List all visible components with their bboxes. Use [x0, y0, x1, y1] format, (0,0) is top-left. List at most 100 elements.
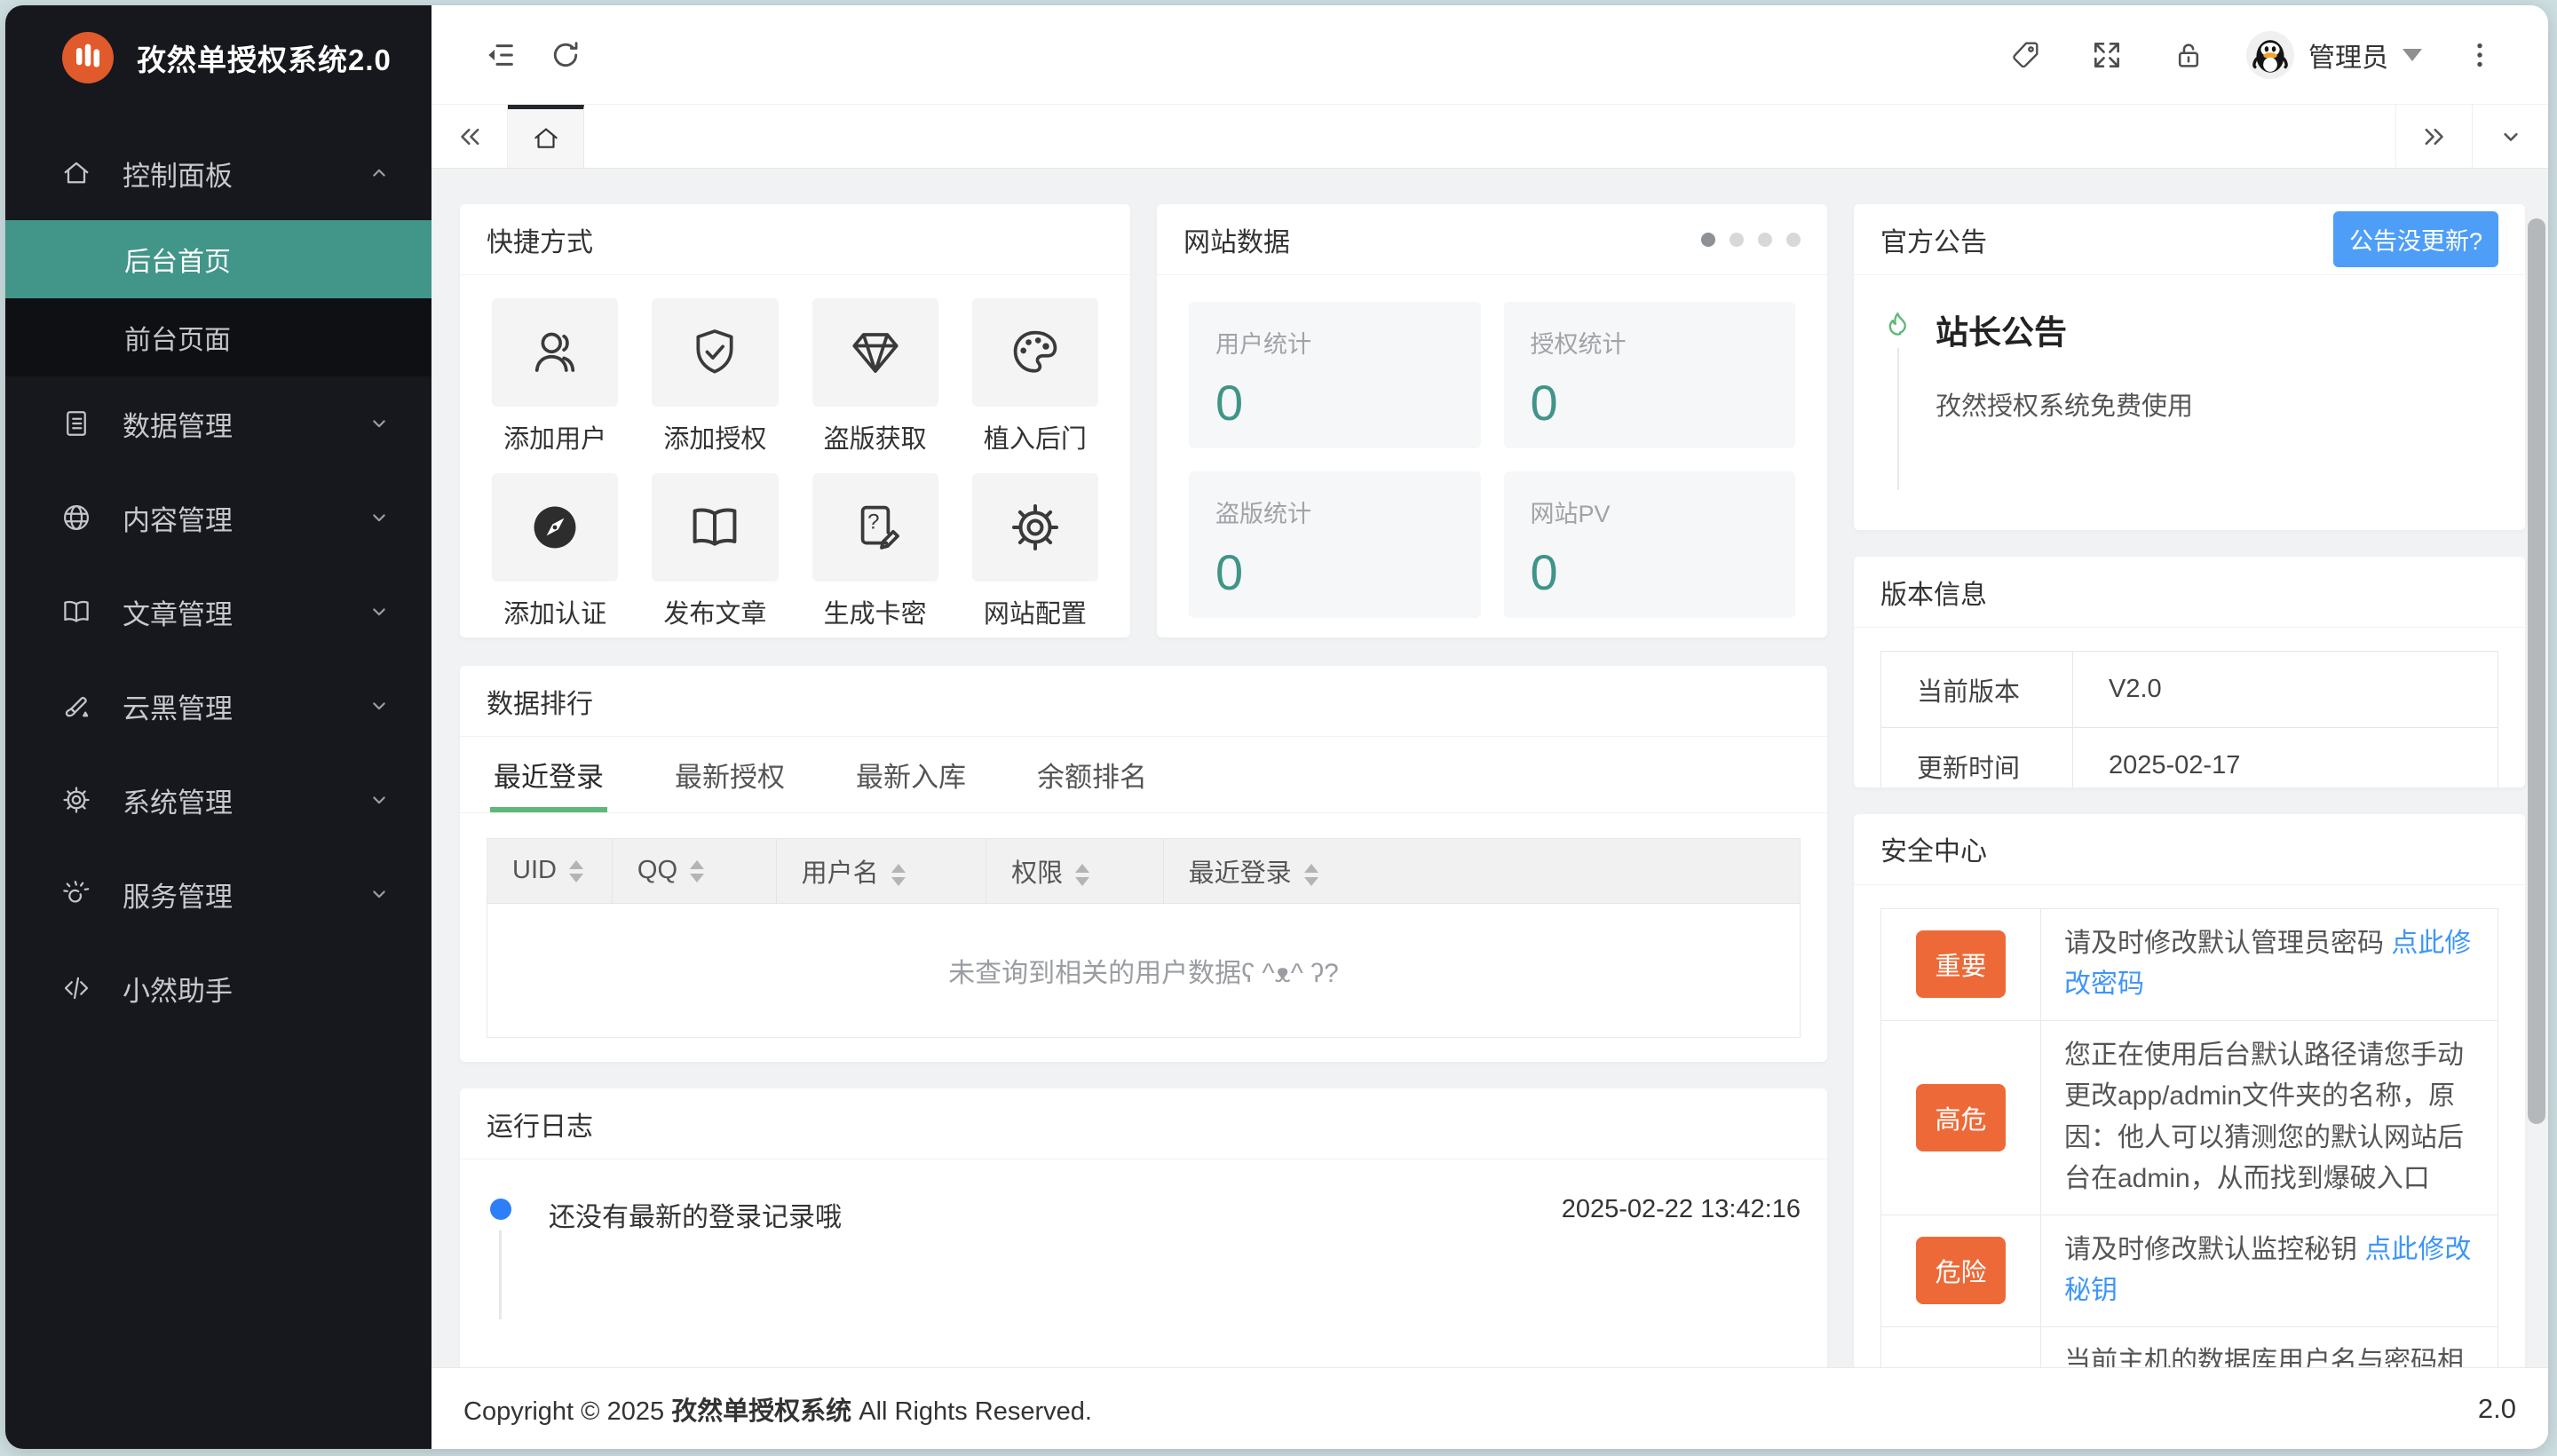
globe-icon — [60, 502, 99, 534]
table-row: 危险 请及时修改默认监控秘钥 点此修改秘钥 — [1880, 1214, 2498, 1327]
right-column: 官方公告 公告没更新? 站长公告 孜然授权系统免费使用 版本信息 当前版本 V2… — [1854, 204, 2525, 1449]
sidebar-item-blacklist-management[interactable]: 云黑管理 — [5, 659, 431, 753]
gear-icon — [971, 473, 1098, 582]
main-area: 管理员 快捷方式 添加用户 添加授权 盗版获取 植入后门 添加认证 发布文章 生… — [431, 5, 2548, 1449]
copyright-text: Copyright © 2025 孜然单授权系统 All Rights Rese… — [463, 1397, 1092, 1426]
sidebar-item-data-management[interactable]: 数据管理 — [5, 376, 431, 471]
quick-item-add-user[interactable]: 添加用户 — [492, 298, 619, 455]
home-icon — [60, 157, 99, 189]
brand-name: 孜然单授权系统 — [671, 1397, 852, 1426]
version-label: 当前版本 — [1880, 651, 2073, 729]
tab-recent-login[interactable]: 最近登录 — [490, 737, 607, 812]
tabbar-spacer — [584, 105, 2395, 168]
scroll-tabs-right-icon[interactable] — [2395, 105, 2472, 168]
column-header-qq[interactable]: QQ — [612, 839, 777, 904]
log-entry: 还没有最新的登录记录哦 2025-02-22 13:42:16 — [487, 1195, 1801, 1234]
fullscreen-icon[interactable] — [2074, 22, 2140, 88]
collapse-menu-icon[interactable] — [467, 22, 533, 88]
sidebar-item-system-management[interactable]: 系统管理 — [5, 753, 431, 847]
sidebar-subitem-label: 前台页面 — [124, 326, 231, 355]
more-icon[interactable] — [2447, 22, 2513, 88]
sort-icon — [1303, 863, 1318, 886]
panel-title: 快捷方式 — [460, 204, 1130, 275]
sidebar-menu: 控制面板 后台首页 前台页面 数据管理 内容管理 文章管理 云黑管理 系统管理 … — [5, 110, 431, 1449]
quick-item-piracy[interactable]: 盗版获取 — [811, 298, 938, 455]
gem-icon — [811, 298, 938, 407]
stat-card-licenses: 授权统计 0 — [1503, 302, 1795, 448]
timeline-line — [499, 1230, 502, 1319]
carousel-dot[interactable] — [1701, 232, 1715, 247]
stat-label: 盗版统计 — [1215, 501, 1311, 527]
severity-badge: 重要 — [1916, 930, 2006, 999]
chevron-down-icon — [366, 504, 392, 531]
unlock-icon[interactable] — [2156, 22, 2221, 88]
stat-label: 授权统计 — [1530, 331, 1627, 358]
announcement-panel: 官方公告 公告没更新? 站长公告 孜然授权系统免费使用 — [1854, 204, 2525, 531]
sort-icon — [1075, 863, 1090, 886]
topbar: 管理员 — [431, 5, 2548, 105]
panel-title: 版本信息 — [1854, 557, 2525, 629]
stat-card-users: 用户统计 0 — [1189, 302, 1481, 448]
column-header-recent-login[interactable]: 最近登录 — [1163, 839, 1800, 904]
carousel-dot[interactable] — [1730, 232, 1744, 247]
quick-item-publish-article[interactable]: 发布文章 — [652, 473, 779, 630]
table-row: 重要 请及时修改默认管理员密码 点此修改密码 — [1880, 907, 2498, 1021]
sidebar-subitem-backend-home[interactable]: 后台首页 — [5, 220, 431, 298]
quick-item-backdoor[interactable]: 植入后门 — [971, 298, 1098, 455]
user-menu[interactable]: 管理员 — [2246, 31, 2422, 79]
footer: Copyright © 2025 孜然单授权系统 All Rights Rese… — [431, 1367, 2548, 1449]
version-value: V2.0 — [2072, 651, 2498, 729]
quick-label: 生成卡密 — [823, 600, 927, 629]
tag-icon[interactable] — [1992, 22, 2058, 88]
quick-item-add-license[interactable]: 添加授权 — [652, 298, 779, 455]
sidebar-item-label: 数据管理 — [123, 410, 233, 442]
sidebar-subitem-frontend-page[interactable]: 前台页面 — [5, 298, 431, 376]
carousel-dot[interactable] — [1786, 232, 1801, 247]
sidebar-item-label: 文章管理 — [123, 598, 233, 630]
sidebar-item-service-management[interactable]: 服务管理 — [5, 847, 431, 941]
column-header-permission[interactable]: 权限 — [986, 839, 1164, 904]
scrollbar-thumb[interactable] — [2528, 218, 2545, 1124]
sidebar-item-content-management[interactable]: 内容管理 — [5, 471, 431, 565]
quick-item-site-config[interactable]: 网站配置 — [971, 473, 1098, 630]
announcement-body: 站长公告 孜然授权系统免费使用 — [1854, 275, 2525, 490]
left-column: 快捷方式 添加用户 添加授权 盗版获取 植入后门 添加认证 发布文章 生成卡密 … — [460, 204, 1827, 1449]
sidebar: 孜然单授权系统2.0 控制面板 后台首页 前台页面 数据管理 内容管理 文章管理… — [5, 5, 431, 1449]
quick-item-generate-key[interactable]: 生成卡密 — [811, 473, 938, 630]
tab-balance-ranking[interactable]: 余额排名 — [1033, 737, 1151, 812]
tab-home[interactable] — [508, 105, 584, 168]
carousel-dot[interactable] — [1758, 232, 1772, 247]
sidebar-item-control-panel[interactable]: 控制面板 — [5, 126, 431, 220]
tab-actions-icon[interactable] — [2472, 105, 2548, 168]
book-icon — [652, 473, 779, 582]
tabbar — [431, 105, 2548, 169]
ranking-table: UID QQ 用户名 权限 最近登录 未查询到相关的用户数据ʕ ^ᴥ^ ʔ? — [487, 838, 1801, 1038]
timeline-line — [1897, 348, 1899, 490]
spark-icon — [60, 878, 99, 910]
quick-label: 网站配置 — [983, 600, 1087, 629]
tab-latest-license[interactable]: 最新授权 — [671, 737, 788, 812]
app-title: 孜然单授权系统2.0 — [137, 44, 392, 76]
log-text: 还没有最新的登录记录哦 — [549, 1203, 842, 1232]
tab-latest-entry[interactable]: 最新入库 — [852, 737, 970, 812]
column-header-username[interactable]: 用户名 — [776, 839, 987, 904]
carousel-dots — [1701, 232, 1801, 247]
quick-item-add-cert[interactable]: 添加认证 — [492, 473, 619, 630]
stat-card-piracy: 盗版统计 0 — [1189, 471, 1481, 618]
update-time-value: 2025-02-17 — [2072, 727, 2498, 787]
quick-label: 添加认证 — [503, 600, 607, 629]
timeline-dot-icon — [490, 1199, 511, 1220]
panel-title: 运行日志 — [460, 1088, 1827, 1159]
refresh-icon[interactable] — [533, 22, 598, 88]
sidebar-item-assistant[interactable]: 小然助手 — [5, 941, 431, 1035]
security-text: 您正在使用后台默认路径请您手动更改app/admin文件夹的名称，原因：他人可以… — [2064, 1040, 2464, 1194]
column-header-uid[interactable]: UID — [487, 839, 613, 904]
table-row: 当前版本 V2.0 — [1880, 651, 2498, 729]
sort-icon — [690, 860, 705, 883]
announcement-refresh-button[interactable]: 公告没更新? — [2332, 211, 2498, 267]
scroll-tabs-left-icon[interactable] — [431, 105, 508, 168]
security-table: 重要 请及时修改默认管理员密码 点此修改密码 高危 您正在使用后台默认路径请您手… — [1880, 907, 2498, 1398]
chevron-down-icon — [366, 881, 392, 907]
sidebar-item-article-management[interactable]: 文章管理 — [5, 565, 431, 659]
panel-title: 安全中心 — [1854, 814, 2525, 885]
